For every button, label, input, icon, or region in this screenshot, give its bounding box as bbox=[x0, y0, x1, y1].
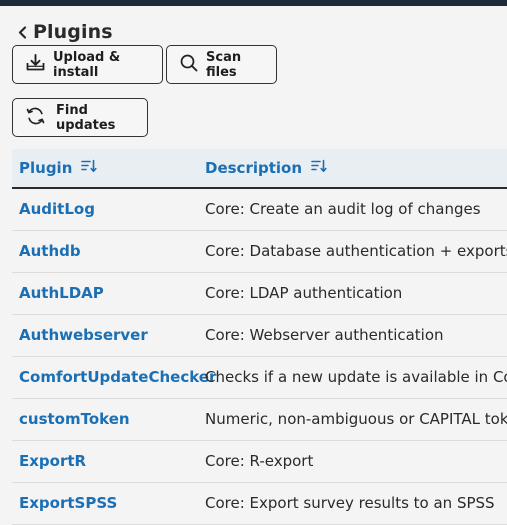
sort-icon[interactable] bbox=[81, 159, 97, 177]
plugin-name-link[interactable]: ExportSPSS bbox=[19, 483, 117, 524]
table-row: Authwebserver Core: Webserver authentica… bbox=[12, 315, 507, 357]
table-row: AuditLog Core: Create an audit log of ch… bbox=[12, 189, 507, 231]
plugin-name-link[interactable]: AuthLDAP bbox=[19, 273, 104, 314]
table-row: ComfortUpdateChecker Checks if a new upd… bbox=[12, 357, 507, 399]
plugin-description: Core: LDAP authentication bbox=[205, 284, 403, 302]
plugins-table: Plugin Description AuditLog Core: Create… bbox=[12, 149, 507, 525]
scan-files-label: Scan files bbox=[206, 49, 242, 80]
scan-files-button[interactable]: Scan files bbox=[166, 45, 277, 84]
table-header: Plugin Description bbox=[12, 149, 507, 189]
plugin-name-link[interactable]: customToken bbox=[19, 399, 130, 440]
column-header-plugin-label: Plugin bbox=[19, 159, 73, 177]
plugin-name-link[interactable]: ComfortUpdateChecker bbox=[19, 357, 216, 398]
plugin-description: Numeric, non-ambiguous or CAPITAL tokens bbox=[205, 410, 507, 428]
table-row: Authdb Core: Database authentication + e… bbox=[12, 231, 507, 273]
plugin-description: Core: Create an audit log of changes bbox=[205, 200, 481, 218]
plugin-description: Checks if a new update is available in C… bbox=[205, 368, 507, 386]
table-row: ExportSPSS Core: Export survey results t… bbox=[12, 483, 507, 525]
download-tray-icon bbox=[26, 54, 45, 75]
sort-icon[interactable] bbox=[311, 159, 327, 177]
plugin-name-link[interactable]: Authwebserver bbox=[19, 315, 148, 356]
plugin-name-link[interactable]: ExportR bbox=[19, 441, 86, 482]
column-header-plugin[interactable]: Plugin bbox=[19, 149, 97, 187]
table-row: customToken Numeric, non-ambiguous or CA… bbox=[12, 399, 507, 441]
top-bar bbox=[0, 0, 507, 6]
plugin-name-link[interactable]: Authdb bbox=[19, 231, 81, 272]
find-updates-button[interactable]: Find updates bbox=[12, 98, 148, 137]
page-title: Plugins bbox=[33, 21, 113, 43]
plugin-description: Core: Export survey results to an SPSS bbox=[205, 494, 495, 512]
upload-install-label: Upload & install bbox=[53, 49, 121, 80]
table-row: AuthLDAP Core: LDAP authentication bbox=[12, 273, 507, 315]
table-row: ExportR Core: R-export bbox=[12, 441, 507, 483]
plugin-description: Core: Database authentication + exports bbox=[205, 242, 507, 260]
back-link[interactable]: Plugins bbox=[16, 19, 113, 45]
chevron-left-icon bbox=[16, 24, 28, 40]
search-icon bbox=[180, 54, 198, 76]
refresh-icon bbox=[26, 107, 45, 129]
plugin-name-link[interactable]: AuditLog bbox=[19, 189, 95, 230]
plugin-description: Core: Webserver authentication bbox=[205, 326, 444, 344]
column-header-description-label: Description bbox=[205, 159, 303, 177]
column-header-description[interactable]: Description bbox=[205, 149, 327, 187]
find-updates-label: Find updates bbox=[56, 102, 116, 133]
upload-install-button[interactable]: Upload & install bbox=[12, 45, 163, 84]
plugin-description: Core: R-export bbox=[205, 452, 314, 470]
